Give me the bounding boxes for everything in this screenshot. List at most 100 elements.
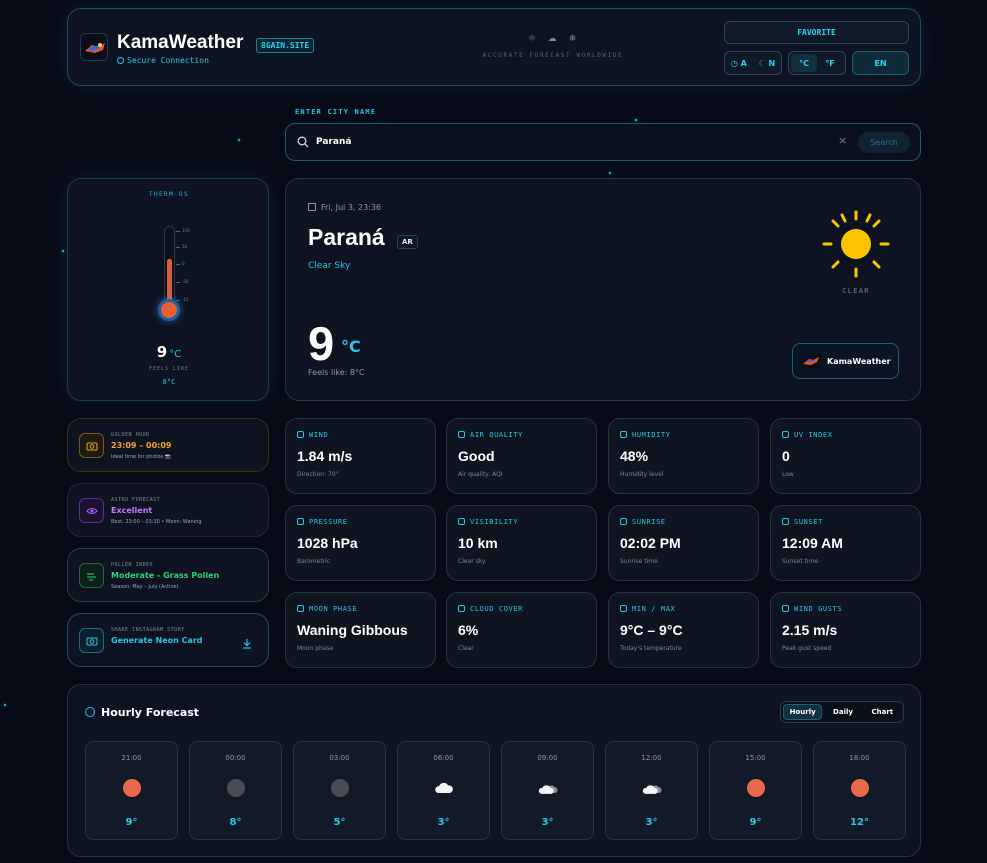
hour-card: 00:00 8° bbox=[189, 741, 282, 840]
wind-lines-icon bbox=[79, 563, 104, 588]
particle-dot bbox=[609, 172, 611, 174]
city-search-input[interactable] bbox=[316, 134, 816, 150]
stat-sub: Sunset time bbox=[782, 558, 819, 565]
tab-chart[interactable]: Chart bbox=[864, 704, 901, 720]
current-temp-unit: °C bbox=[341, 337, 361, 356]
tab-daily[interactable]: Daily bbox=[824, 704, 861, 720]
hour-temp: 12° bbox=[850, 817, 869, 828]
gauge-icon bbox=[297, 518, 304, 525]
stat-moon-phase: MOON PHASE Waning Gibbous Moon phase bbox=[285, 592, 436, 668]
theme-auto-option[interactable]: ◷ A bbox=[731, 59, 747, 68]
astro-forecast-card: ASTRO FORECAST Excellent Best: 23:00 – 0… bbox=[67, 483, 269, 537]
secure-text: Secure Connection bbox=[127, 56, 209, 65]
thermometer-tick: 100 bbox=[176, 228, 190, 233]
hour-time: 03:00 bbox=[329, 754, 350, 762]
stat-sub: Clear sky bbox=[458, 558, 486, 565]
stat-value: 1.84 m/s bbox=[297, 448, 353, 464]
favorite-button[interactable]: FAVORITE bbox=[724, 21, 909, 44]
wind-icon bbox=[297, 431, 304, 438]
hour-time: 15:00 bbox=[745, 754, 766, 762]
feels-like-value: 8°C bbox=[162, 378, 176, 386]
stat-sub: Humidity level bbox=[620, 471, 664, 478]
arrow-up-icon bbox=[620, 518, 627, 525]
hour-temp: 3° bbox=[437, 817, 450, 828]
stat-value: Waning Gibbous bbox=[297, 622, 408, 638]
camera-icon bbox=[79, 433, 104, 458]
partly-cloudy-icon bbox=[538, 785, 558, 794]
stat-cloud-cover: CLOUD COVER 6% Clear bbox=[446, 592, 597, 668]
stat-sub: Air quality: AQI bbox=[458, 471, 503, 478]
stat-sub: Low bbox=[782, 471, 794, 478]
cloud-icon bbox=[435, 782, 453, 793]
clock-icon bbox=[85, 707, 95, 717]
stat-sub: Clear bbox=[458, 645, 474, 652]
theme-night-option[interactable]: ☾ N bbox=[758, 59, 775, 68]
hour-time: 09:00 bbox=[537, 754, 558, 762]
pollen-index-value: Moderate - Grass Pollen bbox=[111, 571, 220, 580]
stat-sunrise: SUNRISE 02:02 PM Sunrise time bbox=[608, 505, 759, 581]
thermometer-title: THERM-OS bbox=[148, 191, 190, 198]
sun-icon bbox=[747, 779, 765, 797]
stat-value: 9°C – 9°C bbox=[620, 622, 683, 638]
weather-condition: Clear Sky bbox=[308, 261, 351, 271]
unit-celsius-option[interactable]: °C bbox=[791, 54, 817, 72]
hour-card: 21:00 9° bbox=[85, 741, 178, 840]
unit-toggle[interactable]: °C °F bbox=[788, 51, 846, 75]
thermometer-bulb bbox=[158, 299, 180, 321]
feels-like-label: FEELS LIKE bbox=[148, 366, 190, 372]
stat-value: Good bbox=[458, 448, 495, 464]
lightning-icon bbox=[782, 605, 789, 612]
brand-badge: KamaWeather bbox=[792, 343, 899, 379]
stat-value: 48% bbox=[620, 448, 649, 464]
hour-card: 18:00 12° bbox=[813, 741, 906, 840]
particle-dot bbox=[238, 139, 240, 141]
stat-value: 12:09 AM bbox=[782, 535, 843, 551]
stat-wind: WIND 1.84 m/s Direction: 70° bbox=[285, 418, 436, 494]
shield-icon bbox=[117, 57, 124, 64]
golden-hour-label: GOLDEN HOUR bbox=[111, 432, 150, 438]
stat-min-max: MIN / MAX 9°C – 9°C Today's temperature bbox=[608, 592, 759, 668]
stat-wind-gusts: WIND GUSTS 2.15 m/s Peak gust speed bbox=[770, 592, 921, 668]
tab-hourly[interactable]: Hourly bbox=[783, 704, 823, 720]
share-story-card[interactable]: SHARE INSTAGRAM STORY Generate Neon Card bbox=[67, 613, 269, 667]
stat-sub: Peak gust speed bbox=[782, 645, 832, 652]
hour-card: 06:00 3° bbox=[397, 741, 490, 840]
hour-card: 12:00 3° bbox=[605, 741, 698, 840]
partly-cloudy-icon bbox=[642, 785, 662, 794]
weather-icons-row: ☼ ☁ ❄ bbox=[499, 34, 605, 44]
camera-icon bbox=[79, 628, 104, 653]
particle-dot bbox=[4, 704, 6, 706]
download-icon[interactable] bbox=[242, 634, 252, 653]
theme-toggle[interactable]: ◷ A ☾ N bbox=[724, 51, 782, 75]
golden-hour-value: 23:09 – 00:09 bbox=[111, 441, 172, 450]
sun-icon bbox=[782, 431, 789, 438]
clear-search-button[interactable]: × bbox=[838, 134, 847, 147]
astro-forecast-value: Excellent bbox=[111, 506, 153, 515]
stat-value: 10 km bbox=[458, 535, 498, 551]
search-label: ENTER CITY NAME bbox=[295, 108, 377, 116]
arrow-down-icon bbox=[782, 518, 789, 525]
share-story-value: Generate Neon Card bbox=[111, 636, 203, 645]
current-weather-card: Fri, Jul 3, 23:36 Paraná AR Clear Sky 9 … bbox=[285, 178, 921, 401]
moon-icon bbox=[227, 779, 245, 797]
brand-name: KamaWeather bbox=[827, 356, 891, 366]
sun-icon bbox=[123, 779, 141, 797]
hour-time: 06:00 bbox=[433, 754, 454, 762]
droplet-icon bbox=[620, 431, 627, 438]
brand-logo bbox=[801, 353, 821, 369]
particle-dot bbox=[635, 119, 637, 121]
language-button[interactable]: EN bbox=[852, 51, 909, 75]
unit-fahrenheit-option[interactable]: °F bbox=[817, 54, 843, 72]
thermometer-icon bbox=[620, 605, 627, 612]
hour-temp: 3° bbox=[645, 817, 658, 828]
feels-like-text: Feels like: 8°C bbox=[308, 368, 365, 377]
search-button[interactable]: Search bbox=[858, 132, 910, 153]
moon-icon bbox=[331, 779, 349, 797]
eye-icon bbox=[458, 518, 465, 525]
hour-temp: 5° bbox=[333, 817, 346, 828]
weather-icon-label: CLEAR bbox=[842, 287, 870, 295]
hour-card: 03:00 5° bbox=[293, 741, 386, 840]
hour-temp: 9° bbox=[125, 817, 138, 828]
stat-value: 0 bbox=[782, 448, 790, 464]
hour-time: 21:00 bbox=[121, 754, 142, 762]
